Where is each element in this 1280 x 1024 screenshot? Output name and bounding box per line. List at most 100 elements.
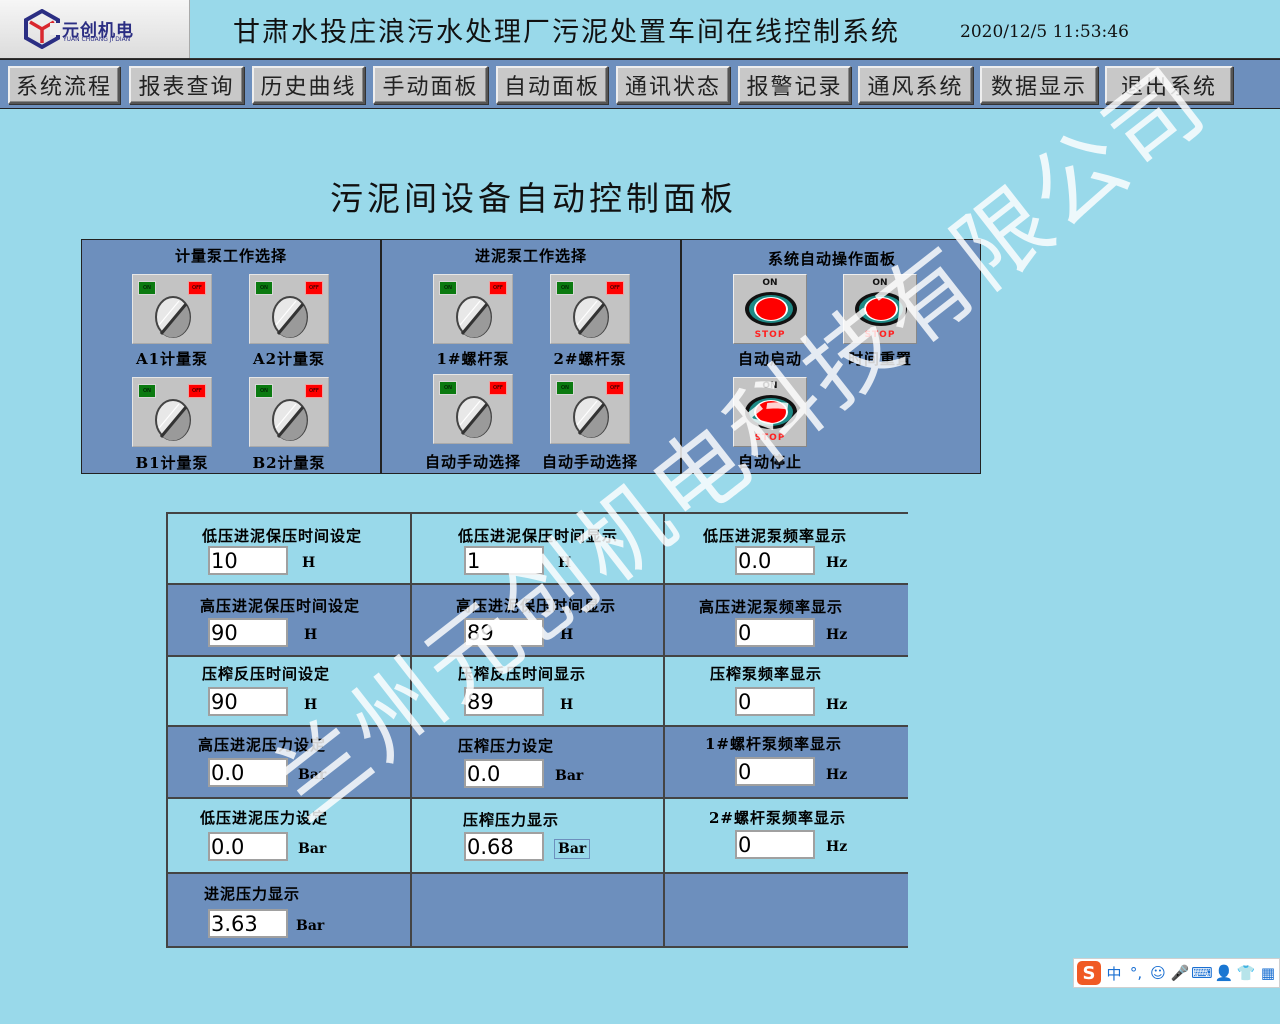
rotary-knob-icon	[272, 399, 308, 441]
field-label: 压榨压力显示	[463, 811, 560, 829]
rotary-knob-icon	[155, 296, 191, 338]
button-label: 自动停止	[737, 453, 802, 471]
nav-history-curve-button[interactable]: 历史曲线	[252, 66, 365, 104]
grid-cell: 压榨压力设定 0.0 Bar	[412, 727, 665, 799]
punctuation-icon[interactable]: °,	[1127, 963, 1145, 983]
control-panels: 计量泵工作选择 ON OFF A1计量泵 ON OFF A2计量泵 ON OFF…	[81, 239, 981, 474]
on-text: ON	[762, 278, 778, 288]
nav-exit-button[interactable]: 退出系统	[1105, 66, 1233, 104]
field-label: 低压进泥泵频率显示	[703, 527, 848, 545]
stop-text: STOP	[864, 330, 896, 340]
grid-cell: 高压进泥泵频率显示 0 Hz	[665, 585, 908, 657]
unit-label: H	[558, 555, 572, 571]
field-label: 压榨反压时间显示	[458, 665, 587, 683]
field-label: 进泥压力显示	[204, 885, 301, 903]
high-pressure-hold-time-set-input[interactable]: 90	[208, 618, 288, 647]
unit-label: Hz	[826, 627, 848, 643]
auto-start-button[interactable]: ON STOP	[733, 274, 807, 344]
auto-stop-button[interactable]: ON STOP	[733, 377, 807, 447]
emoji-icon[interactable]: ☺	[1149, 963, 1167, 983]
grid-cell: 高压进泥保压时间设定 90 H	[168, 585, 412, 657]
unit-label: H	[560, 697, 574, 713]
nav-auto-panel-button[interactable]: 自动面板	[496, 66, 608, 104]
a1-selector-switch[interactable]: ON OFF	[132, 274, 212, 344]
nav-data-display-button[interactable]: 数据显示	[980, 66, 1098, 104]
grid-cell: 低压进泥泵频率显示 0.0 Hz	[665, 514, 908, 585]
skin-shirt-icon[interactable]: 👕	[1237, 963, 1256, 983]
switch-label: 自动手动选择	[541, 453, 638, 471]
parameter-grid: 低压进泥保压时间设定 10 H 低压进泥保压时间显示 1 H 低压进泥泵频率显示…	[166, 512, 908, 948]
grid-cell: 进泥压力显示 3.63 Bar	[168, 874, 412, 946]
keyboard-icon[interactable]: ⌨	[1191, 963, 1213, 983]
red-stop-button-icon	[745, 395, 797, 429]
datetime-display: 2020/12/5 11:53:46	[960, 22, 1129, 42]
time-reset-button[interactable]: ON STOP	[843, 274, 917, 344]
switch-label: B1计量泵	[135, 454, 209, 472]
unit-label: H	[302, 555, 316, 571]
sogou-logo-icon[interactable]: S	[1077, 961, 1101, 985]
press-pressure-set-input[interactable]: 0.0	[464, 759, 544, 788]
ime-toolbar: S 中 °, ☺ 🎤 ⌨ 👤 👕 ▦	[1073, 958, 1280, 988]
rotary-knob-icon	[573, 296, 609, 338]
grid-cell-empty	[665, 874, 908, 946]
main-nav: 系统流程 报表查询 历史曲线 手动面板 自动面板 通讯状态 报警记录 通风系统 …	[0, 59, 1280, 109]
field-label: 2#螺杆泵频率显示	[709, 809, 847, 827]
panel-title: 进泥泵工作选择	[474, 247, 587, 265]
switch-label: B2计量泵	[252, 454, 326, 472]
metering-pump-panel: 计量泵工作选择 ON OFF A1计量泵 ON OFF A2计量泵 ON OFF…	[82, 240, 382, 473]
nav-comm-status-button[interactable]: 通讯状态	[616, 66, 730, 104]
header: 元创机电 YUAN CHUANG JI DIAN 甘肃水投庄浪污水处理厂污泥处置…	[0, 0, 1280, 59]
screw-pump-1-switch[interactable]: ON OFF	[433, 274, 513, 344]
microphone-icon[interactable]: 🎤	[1171, 963, 1190, 983]
grid-cell-empty	[412, 874, 665, 946]
user-icon[interactable]: 👤	[1215, 963, 1234, 983]
low-pressure-feed-pressure-set-input[interactable]: 0.0	[208, 832, 288, 861]
field-label: 低压进泥保压时间显示	[458, 527, 619, 545]
button-label: 时间重置	[847, 350, 912, 368]
unit-label: H	[560, 627, 574, 643]
auto-manual-switch-2[interactable]: ON OFF	[550, 374, 630, 444]
press-back-pressure-time-display: 89	[464, 687, 544, 716]
grid-cell: 压榨反压时间设定 90 H	[168, 657, 412, 727]
field-label: 高压进泥压力设定	[198, 736, 327, 754]
chinese-mode-icon[interactable]: 中	[1105, 963, 1123, 983]
high-pressure-hold-time-display: 89	[464, 618, 544, 647]
auto-manual-switch-1[interactable]: ON OFF	[433, 374, 513, 444]
unit-label: Hz	[826, 839, 848, 855]
grid-cell: 低压进泥保压时间设定 10 H	[168, 514, 412, 585]
logo-subtext: YUAN CHUANG JI DIAN	[63, 36, 131, 43]
screw-pump-2-freq-display: 0	[735, 830, 815, 859]
high-pressure-feed-pressure-set-input[interactable]: 0.0	[208, 758, 288, 787]
red-stop-button-icon	[855, 292, 907, 326]
a2-selector-switch[interactable]: ON OFF	[249, 274, 329, 344]
switch-label: 2#螺杆泵	[553, 350, 627, 368]
press-pressure-display: 0.68	[464, 832, 544, 861]
rotary-knob-icon	[272, 296, 308, 338]
unit-label: Hz	[826, 555, 848, 571]
low-pressure-hold-time-set-input[interactable]: 10	[208, 546, 288, 575]
field-label: 1#螺杆泵频率显示	[705, 735, 843, 753]
nav-manual-panel-button[interactable]: 手动面板	[373, 66, 488, 104]
press-pump-freq-display: 0	[735, 687, 815, 716]
field-label: 压榨压力设定	[458, 737, 555, 755]
rotary-knob-icon	[155, 399, 191, 441]
field-label: 低压进泥压力设定	[200, 809, 329, 827]
toolbox-grid-icon[interactable]: ▦	[1259, 963, 1277, 983]
field-label: 压榨反压时间设定	[202, 665, 331, 683]
b2-selector-switch[interactable]: ON OFF	[249, 377, 329, 447]
nav-system-flow-button[interactable]: 系统流程	[8, 66, 120, 104]
grid-cell: 高压进泥保压时间显示 89 H	[412, 585, 665, 657]
grid-cell: 低压进泥压力设定 0.0 Bar	[168, 799, 412, 874]
nav-ventilation-button[interactable]: 通风系统	[858, 66, 973, 104]
on-text: ON	[762, 381, 778, 391]
nav-report-query-button[interactable]: 报表查询	[129, 66, 244, 104]
unit-label: Hz	[826, 697, 848, 713]
nav-alarm-log-button[interactable]: 报警记录	[738, 66, 851, 104]
rotary-knob-icon	[456, 396, 492, 438]
low-pressure-pump-freq-display: 0.0	[735, 546, 815, 575]
b1-selector-switch[interactable]: ON OFF	[132, 377, 212, 447]
feed-pressure-display: 3.63	[208, 909, 288, 938]
press-back-pressure-time-set-input[interactable]: 90	[208, 687, 288, 716]
panel-title: 计量泵工作选择	[174, 247, 287, 265]
screw-pump-2-switch[interactable]: ON OFF	[550, 274, 630, 344]
